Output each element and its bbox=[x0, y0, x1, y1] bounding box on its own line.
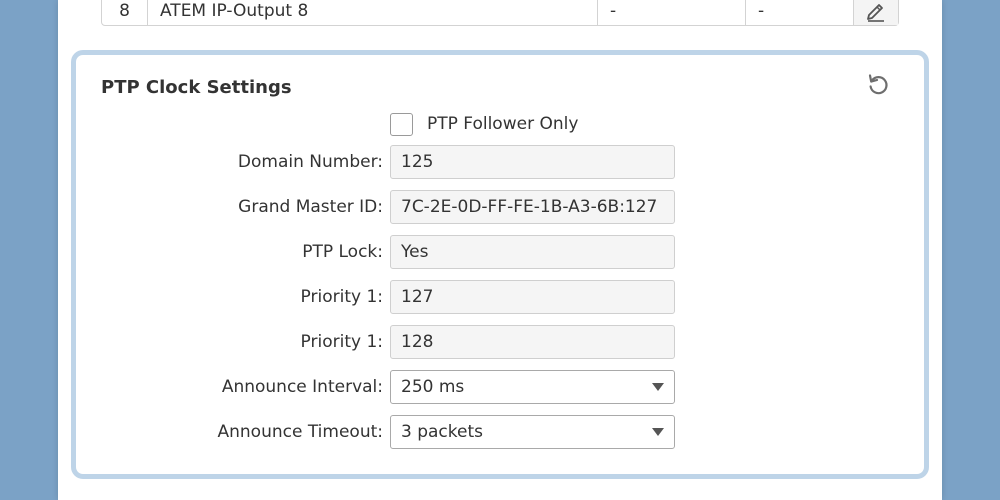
grand-master-id-row: Grand Master ID: 7C-2E-0D-FF-FE-1B-A3-6B… bbox=[76, 190, 924, 224]
edit-button[interactable] bbox=[854, 0, 898, 25]
domain-number-field[interactable]: 125 bbox=[390, 145, 675, 179]
ptp-follower-only-row: PTP Follower Only bbox=[390, 112, 578, 136]
priority-1-second-row: Priority 1: 128 bbox=[76, 325, 924, 359]
grand-master-id-label: Grand Master ID: bbox=[238, 197, 383, 217]
ptp-lock-label: PTP Lock: bbox=[302, 242, 383, 262]
output-col-b: - bbox=[746, 0, 854, 25]
output-col-a: - bbox=[598, 0, 746, 25]
announce-timeout-row: Announce Timeout: 3 packets bbox=[76, 415, 924, 449]
ptp-lock-field[interactable]: Yes bbox=[390, 235, 675, 269]
panel-title: PTP Clock Settings bbox=[101, 77, 292, 98]
announce-interval-label: Announce Interval: bbox=[221, 377, 383, 397]
output-number: 8 bbox=[102, 0, 148, 25]
announce-interval-row: Announce Interval: 250 ms bbox=[76, 370, 924, 404]
priority-1-second-label: Priority 1: bbox=[300, 332, 383, 352]
priority-1-field[interactable]: 127 bbox=[390, 280, 675, 314]
ptp-lock-row: PTP Lock: Yes bbox=[76, 235, 924, 269]
announce-interval-select[interactable]: 250 ms bbox=[390, 370, 675, 404]
pencil-icon bbox=[867, 4, 884, 22]
priority-1-second-field[interactable]: 128 bbox=[390, 325, 675, 359]
table-row: 8 ATEM IP-Output 8 - - bbox=[101, 0, 899, 26]
announce-timeout-select[interactable]: 3 packets bbox=[390, 415, 675, 449]
ptp-follower-only-checkbox[interactable] bbox=[390, 112, 413, 136]
output-name: ATEM IP-Output 8 bbox=[148, 0, 598, 25]
domain-number-label: Domain Number: bbox=[237, 152, 383, 172]
ptp-follower-only-label: PTP Follower Only bbox=[427, 114, 579, 134]
grand-master-id-field[interactable]: 7C-2E-0D-FF-FE-1B-A3-6B:127 bbox=[390, 190, 675, 224]
priority-1-row: Priority 1: 127 bbox=[76, 280, 924, 314]
reset-icon bbox=[868, 74, 888, 95]
reset-button[interactable] bbox=[865, 71, 891, 97]
announce-timeout-value: 3 packets bbox=[401, 422, 483, 442]
chevron-down-icon bbox=[652, 428, 664, 436]
announce-timeout-label: Announce Timeout: bbox=[217, 422, 383, 442]
ptp-clock-settings-panel: PTP Clock Settings PTP Follower Only Dom… bbox=[71, 50, 929, 479]
chevron-down-icon bbox=[652, 383, 664, 391]
announce-interval-value: 250 ms bbox=[401, 377, 465, 397]
priority-1-label: Priority 1: bbox=[300, 287, 383, 307]
domain-number-row: Domain Number: 125 bbox=[76, 145, 924, 179]
